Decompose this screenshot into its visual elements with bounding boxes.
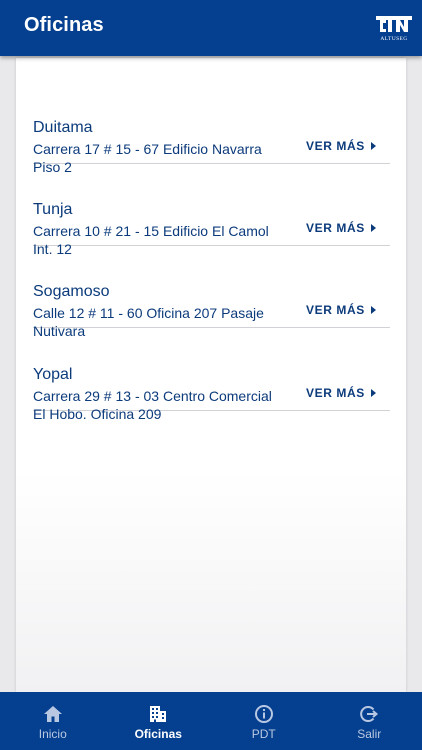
- nav-item-oficinas[interactable]: Oficinas: [106, 692, 212, 750]
- home-icon: [43, 706, 62, 722]
- ver-mas-button[interactable]: VER MÁS: [306, 139, 376, 153]
- nav-label: Oficinas: [134, 727, 182, 741]
- page-title: Oficinas: [24, 14, 104, 36]
- chevron-right-icon: [370, 389, 376, 397]
- nav-item-salir[interactable]: Salir: [317, 692, 422, 750]
- company-logo: ALTUSEG: [376, 16, 412, 42]
- office-item-sogamoso[interactable]: Sogamoso Calle 12 # 11 - 60 Oficina 207 …: [33, 246, 390, 339]
- ver-mas-label: VER MÁS: [306, 303, 365, 317]
- offices-list: Duitama Carrera 17 # 15 - 67 Edificio Na…: [16, 58, 406, 692]
- office-address: Carrera 29 # 13 - 03 Centro Comercial El…: [33, 388, 272, 422]
- office-item-yopal[interactable]: Yopal Carrera 29 # 13 - 03 Centro Comerc…: [33, 329, 390, 422]
- nav-label: Inicio: [38, 727, 67, 741]
- ver-mas-label: VER MÁS: [306, 221, 365, 235]
- office-item-tunja[interactable]: Tunja Carrera 10 # 21 - 15 Edificio El C…: [33, 164, 390, 257]
- ver-mas-button[interactable]: VER MÁS: [306, 386, 376, 400]
- nav-item-inicio[interactable]: Inicio: [0, 692, 106, 750]
- info-icon: [254, 705, 273, 723]
- nav-label: PDT: [251, 727, 276, 741]
- logo-subtext: ALTUSEG: [380, 36, 407, 42]
- office-name: Tunja: [33, 201, 73, 218]
- office-name: Duitama: [33, 119, 93, 136]
- bottom-nav: Inicio Oficinas PDT Salir: [0, 692, 422, 750]
- app-header: Oficinas ALTUSEG: [0, 0, 422, 56]
- office-name: Sogamoso: [33, 283, 110, 300]
- ver-mas-label: VER MÁS: [306, 139, 365, 153]
- chevron-right-icon: [370, 306, 376, 314]
- nav-item-pdt[interactable]: PDT: [211, 692, 317, 750]
- building-icon: [150, 706, 167, 722]
- office-item-duitama[interactable]: Duitama Carrera 17 # 15 - 67 Edificio Na…: [33, 82, 390, 175]
- ver-mas-button[interactable]: VER MÁS: [306, 303, 376, 317]
- chevron-right-icon: [370, 224, 376, 232]
- ver-mas-label: VER MÁS: [306, 386, 365, 400]
- ver-mas-button[interactable]: VER MÁS: [306, 221, 376, 235]
- logout-icon: [360, 706, 379, 722]
- nav-label: Salir: [357, 727, 382, 741]
- chevron-right-icon: [370, 142, 376, 150]
- office-name: Yopal: [33, 366, 73, 383]
